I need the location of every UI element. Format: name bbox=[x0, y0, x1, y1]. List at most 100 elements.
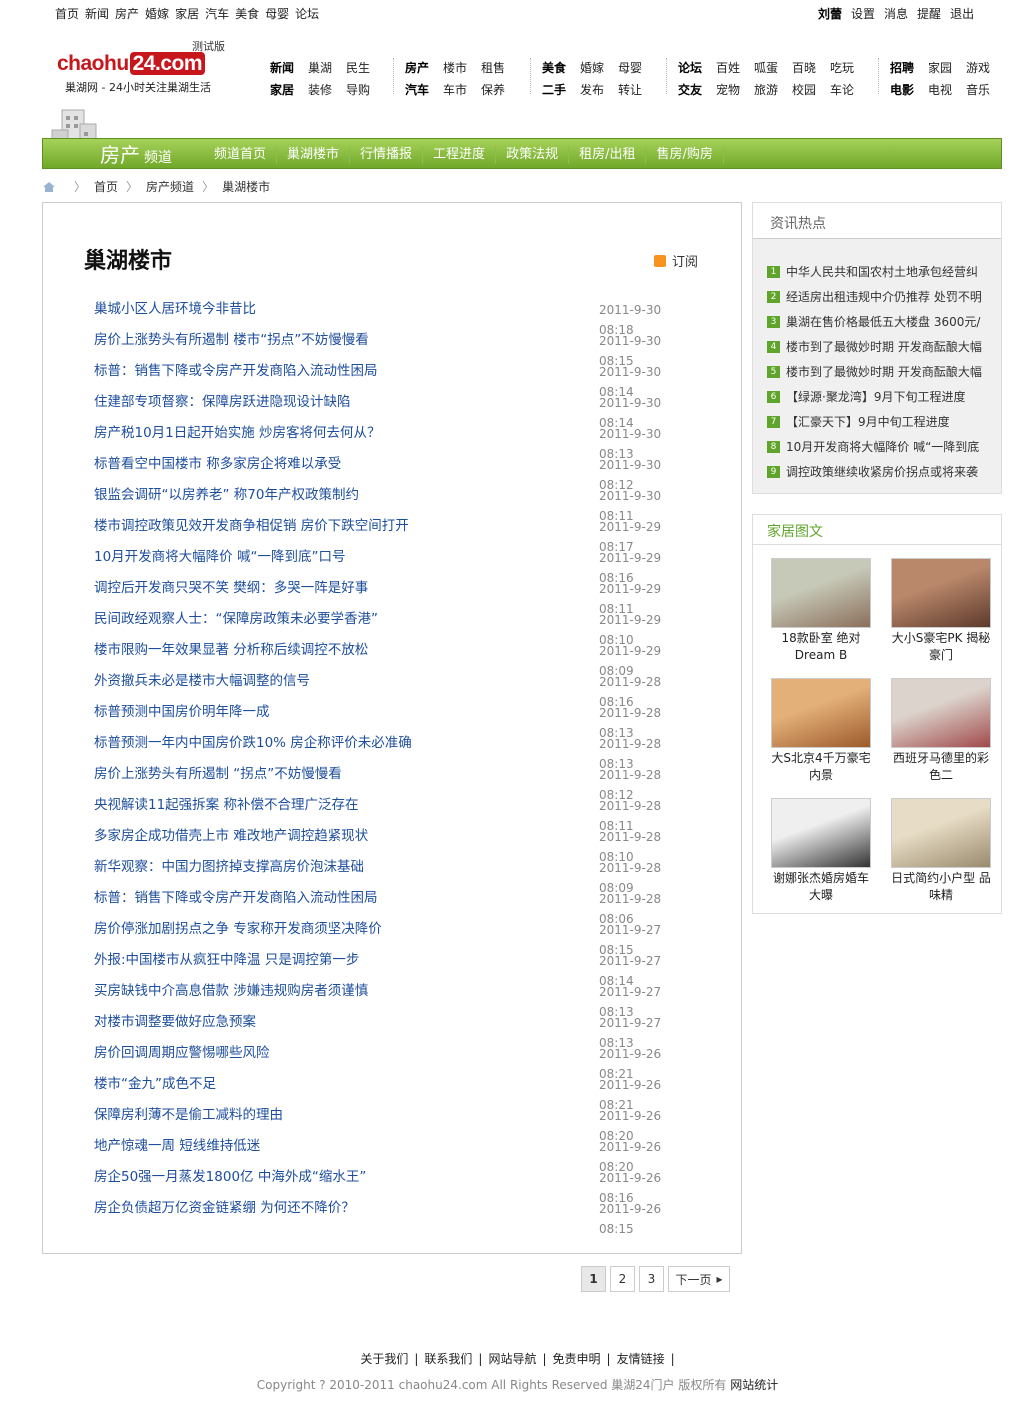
news-title-link[interactable]: 房企50强一月蒸发1800亿 中海外成“缩水王” bbox=[94, 1169, 366, 1185]
footer-link[interactable]: 免责申明 bbox=[553, 1352, 601, 1366]
news-title-link[interactable]: 楼市“金九”成色不足 bbox=[94, 1076, 216, 1092]
nav-link[interactable]: 发布 bbox=[580, 81, 618, 98]
gallery-caption[interactable]: 西班牙马德里的彩色二 bbox=[889, 750, 993, 784]
news-title-link[interactable]: 楼市调控政策见效开发商争相促销 房价下跌空间打开 bbox=[94, 518, 409, 534]
site-stats-link[interactable]: 网站统计 bbox=[730, 1378, 778, 1392]
nav-link[interactable]: 转让 bbox=[618, 81, 656, 98]
gallery-item[interactable]: 日式简约小户型 品味精 bbox=[889, 798, 993, 910]
nav-link[interactable]: 百姓 bbox=[716, 59, 754, 76]
rss-subscribe[interactable]: 订阅 bbox=[654, 251, 698, 270]
nav-link[interactable]: 汽车 bbox=[405, 81, 443, 98]
page-number-button[interactable]: 3 bbox=[639, 1266, 664, 1292]
nav-link[interactable]: 家园 bbox=[928, 59, 966, 76]
gallery-image[interactable] bbox=[771, 678, 871, 748]
nav-link[interactable]: 旅游 bbox=[754, 81, 792, 98]
news-title-link[interactable]: 买房缺钱中介高息借款 涉嫌违规购房者须谨慎 bbox=[94, 983, 368, 999]
footer-link[interactable]: 网站导航 bbox=[488, 1352, 536, 1366]
nav-link[interactable]: 美食 bbox=[542, 59, 580, 76]
nav-link[interactable]: 新闻 bbox=[270, 59, 308, 76]
footer-link[interactable]: 友情链接 bbox=[617, 1352, 665, 1366]
nav-link[interactable]: 论坛 bbox=[678, 59, 716, 76]
gallery-item[interactable]: 18款卧室 绝对Dream B bbox=[769, 558, 873, 670]
user-link[interactable]: 退出 bbox=[950, 5, 974, 22]
news-title-link[interactable]: 10月开发商将大幅降价 喊“一降到底”口号 bbox=[94, 549, 345, 565]
user-link[interactable]: 提醒 bbox=[917, 5, 941, 22]
gallery-image[interactable] bbox=[771, 558, 871, 628]
channel-tab[interactable]: 租房/出租 bbox=[569, 146, 647, 164]
news-title-link[interactable]: 标普：销售下降或令房产开发商陷入流动性困局 bbox=[94, 890, 378, 906]
page-number-button[interactable]: 1 bbox=[581, 1266, 606, 1292]
top-nav-item[interactable]: 首页 bbox=[55, 5, 79, 22]
top-nav-item[interactable]: 美食 bbox=[235, 5, 259, 22]
user-name[interactable]: 刘蕾 bbox=[818, 5, 842, 22]
gallery-caption[interactable]: 大小S豪宅PK 揭秘豪门 bbox=[889, 630, 993, 664]
nav-link[interactable]: 校园 bbox=[792, 81, 830, 98]
news-title-link[interactable]: 对楼市调整要做好应急预案 bbox=[94, 1014, 256, 1030]
nav-link[interactable]: 吃玩 bbox=[830, 59, 868, 76]
gallery-item[interactable]: 谢娜张杰婚房婚车大曝 bbox=[769, 798, 873, 910]
news-title-link[interactable]: 银监会调研“以房养老” 称70年产权政策制约 bbox=[94, 487, 359, 503]
news-title-link[interactable]: 楼市限购一年效果显著 分析称后续调控不放松 bbox=[94, 642, 368, 658]
gallery-caption[interactable]: 谢娜张杰婚房婚车大曝 bbox=[769, 870, 873, 904]
nav-link[interactable]: 楼市 bbox=[443, 59, 481, 76]
news-title-link[interactable]: 房价回调周期应警惕哪些风险 bbox=[94, 1045, 270, 1061]
nav-link[interactable]: 车市 bbox=[443, 81, 481, 98]
nav-link[interactable]: 民生 bbox=[346, 59, 384, 76]
nav-link[interactable]: 家居 bbox=[270, 81, 308, 98]
news-title-link[interactable]: 房产税10月1日起开始实施 炒房客将何去何从？ bbox=[94, 425, 381, 441]
gallery-image[interactable] bbox=[771, 798, 871, 868]
gallery-image[interactable] bbox=[891, 798, 991, 868]
nav-link[interactable]: 巢湖 bbox=[308, 59, 346, 76]
nav-link[interactable]: 导购 bbox=[346, 81, 384, 98]
hot-news-item[interactable]: 3 巢湖在售价格最低五大楼盘 3600元/ bbox=[767, 309, 992, 334]
top-nav-item[interactable]: 论坛 bbox=[295, 5, 319, 22]
nav-link[interactable]: 电影 bbox=[890, 81, 928, 98]
nav-link[interactable]: 保养 bbox=[481, 81, 519, 98]
channel-tab[interactable]: 政策法规 bbox=[496, 146, 570, 164]
hot-news-item[interactable]: 4 楼市到了最微妙时期 开发商酝酿大幅 bbox=[767, 334, 992, 359]
hot-news-item[interactable]: 7 【汇豪天下】9月中旬工程进度 bbox=[767, 409, 992, 434]
news-title-link[interactable]: 央视解读11起强拆案 称补偿不合理广泛存在 bbox=[94, 797, 358, 813]
page-number-button[interactable]: 2 bbox=[610, 1266, 635, 1292]
nav-link[interactable]: 母婴 bbox=[618, 59, 656, 76]
news-title-link[interactable]: 住建部专项督察：保障房跃进隐现设计缺陷 bbox=[94, 394, 351, 410]
news-title-link[interactable]: 标普：销售下降或令房产开发商陷入流动性困局 bbox=[94, 363, 378, 379]
channel-tab[interactable]: 工程进度 bbox=[423, 146, 497, 164]
nav-link[interactable]: 婚嫁 bbox=[580, 59, 618, 76]
nav-link[interactable]: 呱蛋 bbox=[754, 59, 792, 76]
top-nav-item[interactable]: 婚嫁 bbox=[145, 5, 169, 22]
hot-news-item[interactable]: 1 中华人民共和国农村土地承包经营纠 bbox=[767, 259, 992, 284]
news-title-link[interactable]: 调控后开发商只哭不笑 樊纲：多哭一阵是好事 bbox=[94, 580, 368, 596]
news-title-link[interactable]: 保障房利薄不是偷工减料的理由 bbox=[94, 1107, 283, 1123]
hot-news-item[interactable]: 8 10月开发商将大幅降价 喊“一降到底 bbox=[767, 434, 992, 459]
hot-news-item[interactable]: 2 经适房出租违规中介仍推荐 处罚不明 bbox=[767, 284, 992, 309]
top-nav-item[interactable]: 母婴 bbox=[265, 5, 289, 22]
footer-link[interactable]: 关于我们 bbox=[360, 1352, 408, 1366]
news-title-link[interactable]: 外报:中国楼市从疯狂中降温 只是调控第一步 bbox=[94, 952, 359, 968]
news-title-link[interactable]: 房企负债超万亿资金链紧绷 为何还不降价？ bbox=[94, 1200, 355, 1216]
gallery-image[interactable] bbox=[891, 678, 991, 748]
channel-tab[interactable]: 巢湖楼市 bbox=[277, 146, 351, 164]
gallery-item[interactable]: 大小S豪宅PK 揭秘豪门 bbox=[889, 558, 993, 670]
news-title-link[interactable]: 房价上涨势头有所遏制 “拐点”不妨慢慢看 bbox=[94, 766, 342, 782]
breadcrumb-item[interactable]: 房产频道 bbox=[146, 178, 194, 195]
gallery-caption[interactable]: 日式简约小户型 品味精 bbox=[889, 870, 993, 904]
nav-link[interactable]: 招聘 bbox=[890, 59, 928, 76]
hot-news-item[interactable]: 6 【绿源·聚龙湾】9月下旬工程进度 bbox=[767, 384, 992, 409]
news-title-link[interactable]: 多家房企成功借壳上市 难改地产调控趋紧现状 bbox=[94, 828, 368, 844]
news-title-link[interactable]: 地产惊魂一周 短线维持低迷 bbox=[94, 1138, 260, 1154]
news-title-link[interactable]: 巢城小区人居环境今非昔比 bbox=[94, 301, 256, 317]
top-nav-item[interactable]: 汽车 bbox=[205, 5, 229, 22]
news-title-link[interactable]: 民间政经观察人士：“保障房政策未必要学香港” bbox=[94, 611, 378, 627]
nav-link[interactable]: 租售 bbox=[481, 59, 519, 76]
nav-link[interactable]: 音乐 bbox=[966, 81, 1004, 98]
top-nav-item[interactable]: 新闻 bbox=[85, 5, 109, 22]
top-nav-item[interactable]: 房产 bbox=[115, 5, 139, 22]
gallery-item[interactable]: 大S北京4千万豪宅内景 bbox=[769, 678, 873, 790]
nav-link[interactable]: 装修 bbox=[308, 81, 346, 98]
news-title-link[interactable]: 标普看空中国楼市 称多家房企将难以承受 bbox=[94, 456, 341, 472]
gallery-item[interactable]: 西班牙马德里的彩色二 bbox=[889, 678, 993, 790]
nav-link[interactable]: 百晓 bbox=[792, 59, 830, 76]
channel-tab[interactable]: 售房/购房 bbox=[646, 146, 724, 164]
user-link[interactable]: 消息 bbox=[884, 5, 908, 22]
